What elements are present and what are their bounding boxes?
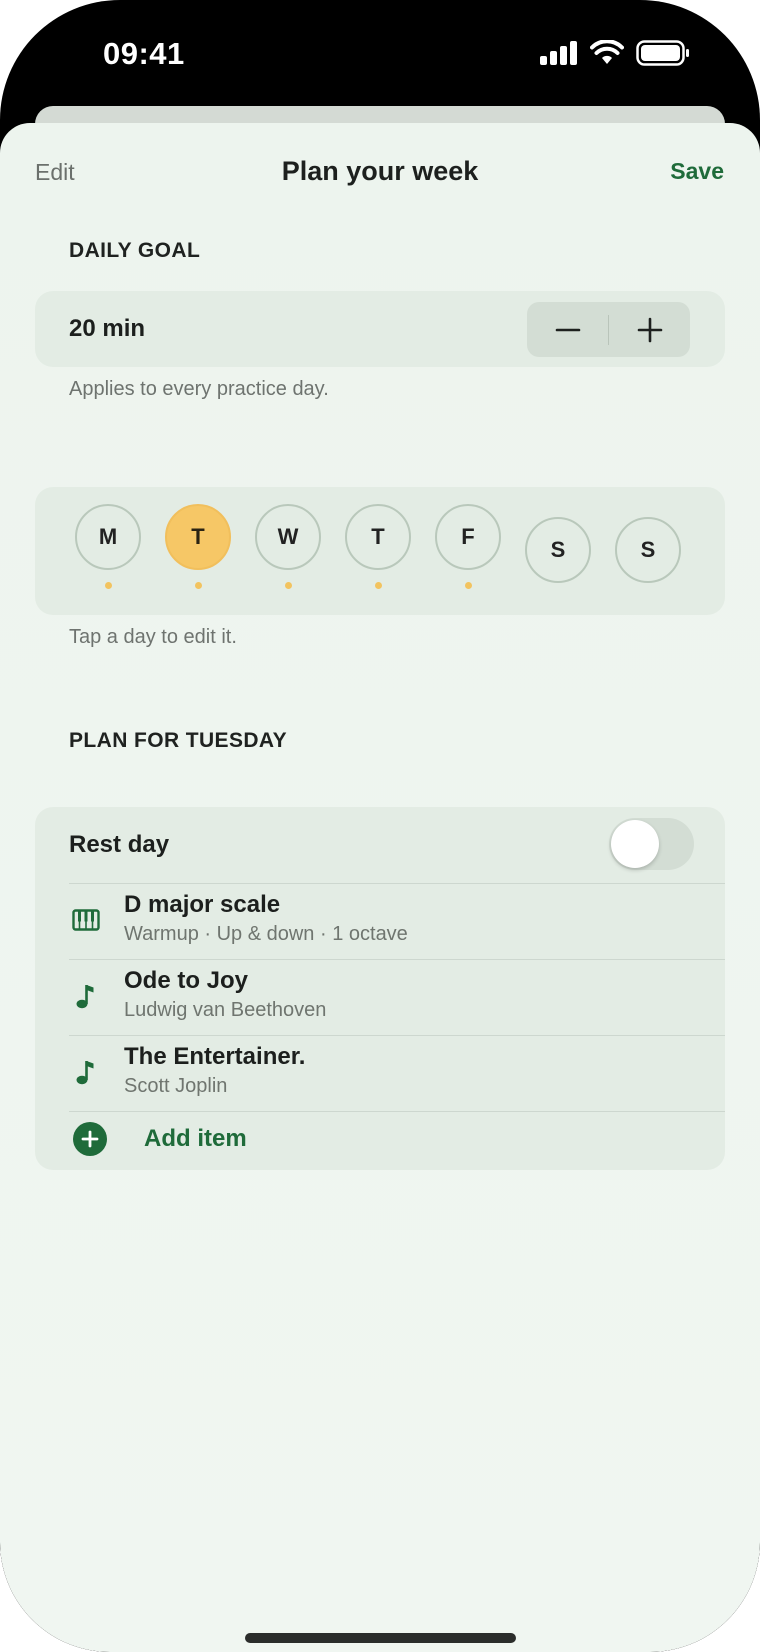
day-tuesday[interactable]: T: [165, 504, 231, 570]
day-sunday[interactable]: S: [615, 517, 681, 583]
daily-goal-footnote: Applies to every practice day.: [69, 378, 329, 400]
divider: [69, 1111, 725, 1112]
divider: [69, 883, 725, 884]
page-title: Plan your week: [281, 156, 479, 186]
status-time: 09:41: [103, 36, 185, 71]
day-picker-footnote: Tap a day to edit it.: [69, 626, 237, 648]
plan-indicator-dot: [375, 582, 382, 589]
battery-icon: [636, 40, 689, 66]
goal-stepper: [527, 302, 690, 357]
plan-indicator-dot: [465, 582, 472, 589]
plan-header: PLAN FOR TUESDAY: [69, 729, 287, 752]
toggle-knob: [611, 820, 659, 868]
plan-item-title[interactable]: The Entertainer.: [124, 1043, 305, 1071]
day-saturday[interactable]: S: [525, 517, 591, 583]
add-item-icon[interactable]: [73, 1122, 107, 1156]
day-thursday[interactable]: T: [345, 504, 411, 570]
divider: [69, 1035, 725, 1036]
day-wednesday[interactable]: W: [255, 504, 321, 570]
plan-item-subtitle: Ludwig van Beethoven: [124, 999, 327, 1021]
plan-item-subtitle: Warmup · Up & down · 1 octave: [124, 923, 408, 945]
day-monday[interactable]: M: [75, 504, 141, 570]
cellular-signal-icon: [540, 41, 577, 65]
daily-goal-header: DAILY GOAL: [69, 239, 201, 262]
plan-item-title[interactable]: D major scale: [124, 891, 280, 919]
daily-goal-value: 20 min: [69, 315, 146, 342]
divider: [69, 959, 725, 960]
add-item-button[interactable]: Add item: [144, 1125, 247, 1153]
day-friday[interactable]: F: [435, 504, 501, 570]
wifi-icon: [590, 40, 624, 64]
home-indicator: [245, 1633, 516, 1643]
plan-card: Rest day D major scale Warmup · Up & dow…: [35, 807, 725, 1170]
plan-item-title[interactable]: Ode to Joy: [124, 967, 248, 995]
music-note-icon: [71, 981, 101, 1011]
rest-day-label: Rest day: [69, 831, 170, 858]
plan-item-subtitle: Scott Joplin: [124, 1075, 228, 1097]
decrement-button[interactable]: [527, 302, 608, 357]
day-picker-card: M T W T F S S: [35, 487, 725, 615]
phone-frame: 09:41 Edit Plan your week Save DAILY GOA…: [0, 0, 760, 1652]
plan-indicator-dot: [285, 582, 292, 589]
status-bar: 09:41: [0, 0, 760, 110]
daily-goal-card: 20 min: [35, 291, 725, 367]
piano-keys-icon: [71, 905, 101, 935]
status-icons: [540, 40, 690, 66]
increment-button[interactable]: [609, 302, 690, 357]
minus-icon: [555, 328, 580, 331]
save-button[interactable]: Save: [670, 158, 724, 185]
plan-indicator-dot: [105, 582, 112, 589]
plan-sheet: Edit Plan your week Save DAILY GOAL 20 m…: [0, 123, 760, 1652]
music-note-icon: [71, 1057, 101, 1087]
rest-day-toggle[interactable]: [609, 818, 694, 870]
plan-indicator-dot: [195, 582, 202, 589]
plus-icon: [637, 317, 662, 342]
